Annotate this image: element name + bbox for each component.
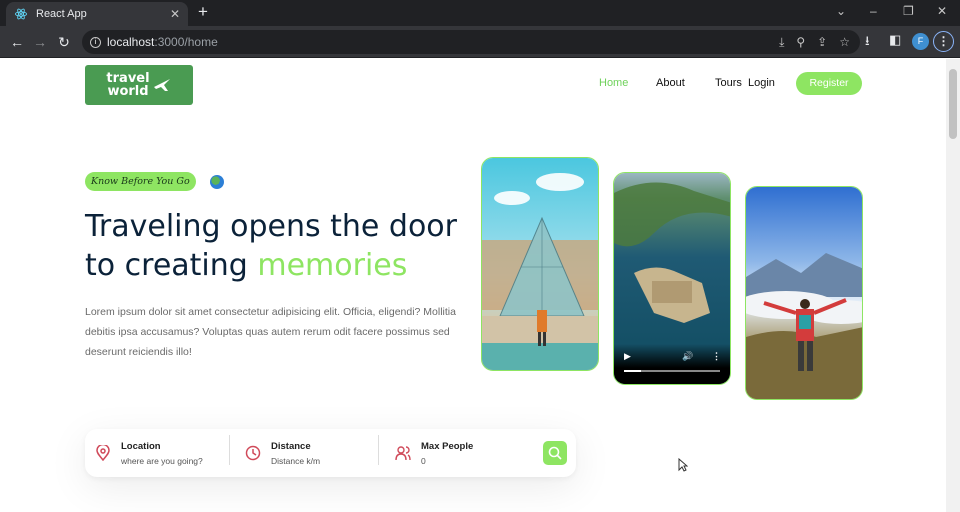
hero-image-louvre — [481, 157, 599, 371]
maximize-icon[interactable]: ❐ — [903, 4, 914, 18]
airplane-icon — [153, 79, 170, 91]
video-progress[interactable] — [624, 370, 720, 372]
logo[interactable]: travel world — [85, 65, 193, 105]
browser-tabbar: React App ✕ + ⌄ – ❐ ✕ — [0, 0, 960, 26]
divider — [378, 435, 379, 465]
window-close-icon[interactable]: ✕ — [937, 4, 947, 18]
new-tab-icon[interactable]: + — [194, 3, 212, 21]
hero-image-hiker — [745, 186, 863, 400]
hero-video-fort[interactable]: ▶ 🔊 ⋮ — [613, 172, 731, 385]
hero-heading: Traveling opens the door to creating mem… — [85, 207, 457, 285]
location-pin-icon — [95, 443, 111, 462]
max-people-field[interactable]: Max People 0 — [395, 437, 473, 469]
logo-text: travel world — [106, 72, 149, 98]
page-viewport: travel world Home About Tours Login Regi… — [0, 59, 946, 512]
nav-tours-link[interactable]: Tours — [715, 77, 742, 89]
install-app-icon[interactable]: ⤓ — [779, 34, 784, 50]
mouse-cursor-icon — [678, 457, 689, 475]
browser-menu-icon[interactable]: ⋮ — [933, 31, 954, 52]
url-host: localhost — [107, 35, 155, 49]
register-button[interactable]: Register — [796, 72, 862, 95]
reload-icon[interactable]: ↻ — [55, 33, 73, 51]
site-info-icon[interactable]: i — [90, 36, 101, 48]
minimize-icon[interactable]: – — [870, 4, 877, 18]
back-icon[interactable]: ← — [8, 33, 26, 51]
location-field[interactable]: Location where are you going? — [95, 437, 203, 469]
tour-search-bar: Location where are you going? Distance D… — [85, 429, 576, 477]
scrollbar-thumb[interactable] — [949, 69, 957, 139]
tab-search-icon[interactable]: ⌄ — [836, 4, 846, 18]
globe-icon — [210, 175, 224, 189]
search-button[interactable] — [543, 441, 567, 465]
divider — [229, 435, 230, 465]
nav-home-link[interactable]: Home — [599, 77, 628, 89]
browser-toolbar: ← → ↻ i localhost:3000/home ⤓ ⚲ ⇪ ☆ ⭳ ◧ — [0, 26, 960, 58]
hero-description: Lorem ipsum dolor sit amet consectetur a… — [85, 306, 456, 358]
forward-icon[interactable]: → — [31, 33, 49, 51]
bookmark-star-icon[interactable]: ☆ — [839, 34, 850, 50]
heading-highlight: memories — [257, 248, 408, 283]
nav-about-link[interactable]: About — [656, 77, 685, 89]
browser-tab[interactable]: React App ✕ — [6, 2, 188, 26]
heading-line1: Traveling opens the door — [85, 209, 457, 244]
location-input[interactable]: where are you going? — [121, 456, 203, 466]
more-options-icon[interactable]: ⋮ — [712, 351, 721, 362]
profile-avatar[interactable]: F — [912, 33, 929, 50]
users-icon — [395, 445, 411, 461]
logo-line2: world — [107, 84, 149, 99]
zoom-icon[interactable]: ⚲ — [796, 34, 805, 50]
url-path: :3000/home — [154, 35, 218, 49]
react-icon — [14, 8, 28, 20]
address-bar[interactable]: i localhost:3000/home ⤓ ⚲ ⇪ ☆ — [82, 30, 860, 54]
distance-input[interactable]: Distance k/m — [271, 456, 320, 466]
close-tab-icon[interactable]: ✕ — [170, 7, 180, 21]
page-scrollbar[interactable] — [946, 59, 960, 512]
search-icon — [548, 446, 562, 460]
side-panel-icon[interactable]: ◧ — [889, 32, 901, 48]
play-icon[interactable]: ▶ — [624, 351, 631, 362]
heading-line2: to creating — [85, 248, 258, 283]
distance-label: Distance — [271, 440, 311, 452]
nav-login-link[interactable]: Login — [748, 77, 775, 89]
clock-icon — [245, 445, 261, 461]
download-icon[interactable]: ⭳ — [865, 32, 870, 54]
location-label: Location — [121, 440, 161, 452]
hero-tagline: Know Before You Go — [85, 172, 196, 191]
max-people-input[interactable]: 0 — [421, 456, 473, 466]
share-icon[interactable]: ⇪ — [817, 34, 827, 50]
distance-field[interactable]: Distance Distance k/m — [245, 437, 320, 469]
tab-title: React App — [36, 8, 87, 20]
volume-icon[interactable]: 🔊 — [682, 351, 693, 362]
max-people-label: Max People — [421, 440, 474, 452]
